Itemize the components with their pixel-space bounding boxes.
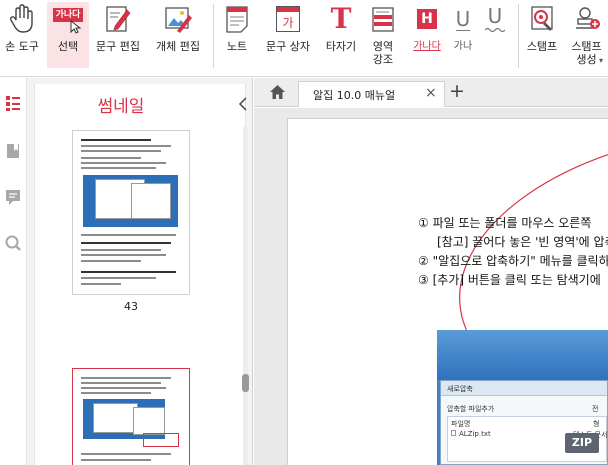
- app-window: 손 도구 가나다 선택 문구 편집 개체 편집 노트 가 문구 상자 T 타자기…: [0, 0, 608, 465]
- thumbnail-panel-body: 썸네일 43: [34, 84, 249, 465]
- toolbar-divider-2: [518, 4, 519, 68]
- select-text-icon: 가나다: [52, 2, 84, 36]
- dialog-file-row: ALZip.txt: [459, 430, 491, 438]
- area-highlight-button[interactable]: 영역 강조: [364, 2, 402, 68]
- typewriter-button[interactable]: T 타자기: [322, 2, 360, 68]
- note-label: 노트: [226, 40, 248, 53]
- highlight-icon: H: [411, 2, 443, 36]
- doc-line-4: ③ [추가] 버튼을 클릭 또는 탐색기에: [418, 273, 601, 287]
- toolbar-divider: [213, 4, 214, 68]
- underline-button[interactable]: U 가나: [448, 2, 478, 68]
- dialog-title: 새로압축: [447, 385, 473, 393]
- ribbon-toolbar: 손 도구 가나다 선택 문구 편집 개체 편집 노트 가 문구 상자 T 타자기…: [0, 0, 608, 77]
- area-highlight-icon: [367, 2, 399, 36]
- wavy-underline-icon: U: [479, 2, 511, 36]
- text-box-glyph: 가: [282, 16, 294, 30]
- doc-line-3: ② "알집으로 압축하기" 메뉴를 클릭하: [418, 254, 608, 268]
- doc-line-2: [참고] 끌어다 놓은 '빈 영역'에 압축파: [437, 235, 608, 249]
- highlight-glyph: H: [417, 9, 437, 29]
- stamp-create-icon: [571, 2, 603, 36]
- page-thumbnail-selected[interactable]: [72, 368, 190, 465]
- document-tab[interactable]: 알집 10.0 매뉴얼 ×: [298, 81, 445, 107]
- dialog-section: 압축할 파일추가: [447, 405, 495, 413]
- home-icon[interactable]: [269, 84, 286, 100]
- close-icon[interactable]: ×: [425, 85, 437, 101]
- highlight-button[interactable]: H 가나다: [410, 2, 444, 68]
- underline-sample: 가나: [453, 41, 473, 52]
- highlight-sample: 가나다: [413, 41, 441, 52]
- collapse-panel-icon[interactable]: [237, 96, 249, 111]
- document-viewport[interactable]: ① 파일 또는 폴더를 마우스 오른쪽 [참고] 끌어다 놓은 '빈 영역'에 …: [254, 108, 608, 465]
- comment-icon[interactable]: [4, 188, 22, 206]
- hand-tool-label: 손 도구: [5, 40, 39, 53]
- edit-text-button[interactable]: 문구 편집: [93, 2, 143, 68]
- add-tab-button[interactable]: +: [449, 81, 465, 101]
- thumbnail-list-icon[interactable]: [4, 94, 22, 112]
- edit-text-icon: [102, 2, 134, 36]
- thumbnail-panel: 썸네일 43: [27, 78, 253, 465]
- area-highlight-label: 영역 강조: [372, 40, 394, 66]
- typewriter-icon: T: [325, 2, 357, 36]
- text-box-button[interactable]: 가 문구 상자: [262, 2, 314, 68]
- select-tool-label: 선택: [57, 40, 79, 53]
- stamp-create-dropdown-icon[interactable]: ▾: [599, 56, 603, 65]
- stamp-button[interactable]: 스탬프: [522, 2, 562, 68]
- note-icon: [221, 2, 253, 36]
- document-tab-title: 알집 10.0 매뉴얼: [313, 89, 396, 102]
- stamp-icon: [526, 2, 558, 36]
- thumbnail-scrollbar[interactable]: [241, 126, 250, 465]
- underline-glyph: U: [455, 6, 471, 31]
- note-button[interactable]: 노트: [220, 2, 254, 68]
- side-strip: [0, 78, 27, 465]
- stamp-create-button[interactable]: 스탬프 생성 ▾: [565, 2, 608, 68]
- edit-text-label: 문구 편집: [96, 40, 140, 53]
- text-box-label: 문구 상자: [266, 40, 310, 53]
- stamp-label: 스탬프: [526, 40, 558, 53]
- wavy-underline-button[interactable]: U: [480, 2, 510, 68]
- dialog-column-file: 파일명: [451, 420, 471, 428]
- zip-badge: ZIP: [565, 433, 599, 453]
- wavy-underline-glyph: U: [487, 4, 503, 28]
- underline-icon: U: [447, 2, 479, 36]
- edit-object-icon: [162, 2, 194, 36]
- typewriter-label: 타자기: [325, 40, 357, 53]
- page-thumbnail[interactable]: [72, 130, 190, 295]
- text-box-icon: 가: [272, 2, 304, 36]
- thumbnail-panel-title: 썸네일: [97, 97, 145, 117]
- edit-object-button[interactable]: 개체 편집: [151, 2, 205, 68]
- bookmark-icon[interactable]: [4, 142, 22, 160]
- doc-line-1: ① 파일 또는 폴더를 마우스 오른쪽: [418, 216, 592, 230]
- hand-icon: [6, 2, 38, 36]
- edit-object-label: 개체 편집: [156, 40, 200, 53]
- select-tool-button[interactable]: 가나다 선택: [47, 2, 89, 68]
- search-icon[interactable]: [4, 234, 22, 252]
- hand-tool-button[interactable]: 손 도구: [2, 2, 42, 68]
- typewriter-glyph: T: [330, 2, 352, 35]
- thumbnail-scrollbar-thumb[interactable]: [242, 374, 249, 392]
- page-number: 43: [124, 300, 138, 313]
- document-tab-bar: 알집 10.0 매뉴얼 × +: [254, 78, 608, 107]
